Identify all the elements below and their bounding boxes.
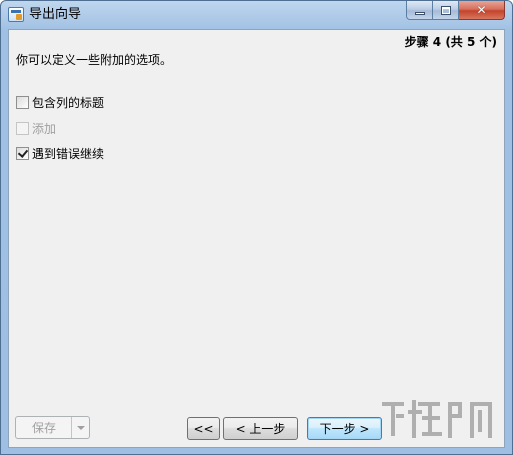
append-checkbox [16,122,29,135]
export-wizard-window: 导出向导 ✕ 步骤 4 (共 5 个) 你可以定义一些附加的选项。 包含列的标题… [0,0,513,455]
chevron-down-icon [76,425,85,430]
save-button-label: 保存 [31,421,56,435]
step-indicator: 步骤 4 (共 5 个) [404,35,497,49]
first-step-label: << [193,421,214,436]
maximize-button[interactable] [433,1,459,20]
option-label: 添加 [32,122,57,136]
option-include-column-titles[interactable]: 包含列的标题 [16,94,104,111]
title-bar[interactable]: 导出向导 ✕ [1,1,512,29]
save-dropdown-arrow [71,417,89,438]
watermark-logo [382,400,492,438]
next-button[interactable]: 下一步 > [307,417,382,440]
page-description: 你可以定义一些附加的选项。 [16,53,173,67]
app-icon [8,7,24,22]
minimize-icon [415,12,425,15]
close-button[interactable]: ✕ [459,1,505,20]
option-label: 遇到错误继续 [32,147,105,161]
option-label: 包含列的标题 [32,96,105,110]
wizard-panel: 步骤 4 (共 5 个) 你可以定义一些附加的选项。 包含列的标题 添加 遇到错… [8,29,505,448]
previous-button-label: < 上一步 [235,422,286,436]
close-icon: ✕ [476,3,487,17]
maximize-icon [441,6,451,15]
continue-on-error-checkbox[interactable] [16,147,29,160]
next-button-label: 下一步 > [319,422,370,436]
first-step-button[interactable]: << [187,417,220,440]
option-continue-on-error[interactable]: 遇到错误继续 [16,145,104,162]
option-append: 添加 [16,120,56,137]
window-title: 导出向导 [29,7,82,22]
minimize-button[interactable] [406,1,433,20]
previous-button[interactable]: < 上一步 [223,417,298,440]
caption-buttons: ✕ [406,1,505,21]
include-column-titles-checkbox[interactable] [16,96,29,109]
save-button: 保存 [15,416,90,439]
